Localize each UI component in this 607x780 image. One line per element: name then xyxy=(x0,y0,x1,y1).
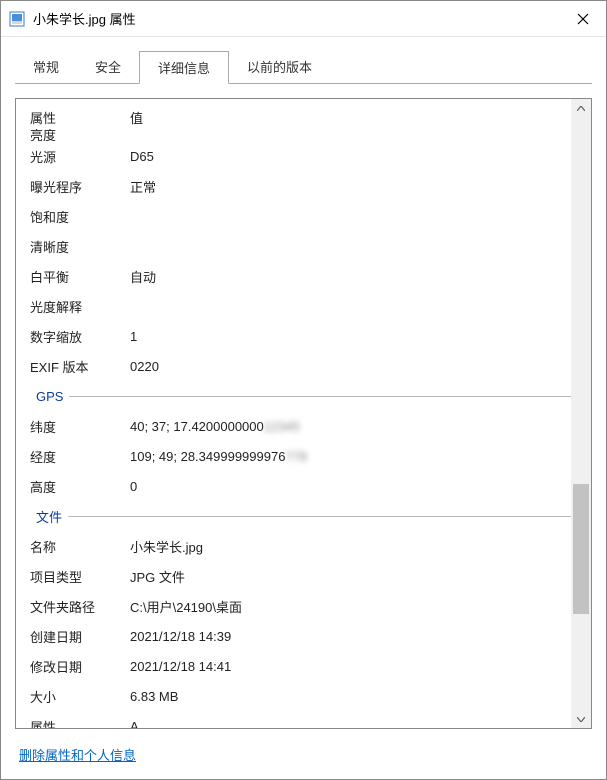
prop-value: C:\用户\24190\桌面 xyxy=(130,597,571,616)
row-file-name[interactable]: 名称 小朱学长.jpg xyxy=(30,531,571,561)
properties-window: 小朱学长.jpg 属性 常规 安全 详细信息 以前的版本 属性 值 亮度 光源 xyxy=(0,0,607,780)
row-longitude[interactable]: 经度 109; 49; 28.349999999976778 xyxy=(30,441,571,471)
content-area: 属性 值 亮度 光源 D65 曝光程序 正常 饱和度 清晰度 xyxy=(1,84,606,779)
prop-label: 大小 xyxy=(30,687,130,706)
row-sharpness[interactable]: 清晰度 xyxy=(30,231,571,261)
row-attributes[interactable]: 属性 A xyxy=(30,711,571,728)
value-text: 40; 37; 17.4200000000 xyxy=(130,419,264,434)
prop-value: 2021/12/18 14:41 xyxy=(130,659,571,674)
row-altitude[interactable]: 高度 0 xyxy=(30,471,571,501)
tab-details[interactable]: 详细信息 xyxy=(139,51,229,84)
section-file: 文件 xyxy=(30,501,571,531)
row-digital-zoom[interactable]: 数字缩放 1 xyxy=(30,321,571,351)
bottom-actions: 删除属性和个人信息 xyxy=(15,729,592,765)
prop-value: D65 xyxy=(130,149,571,164)
header-value: 值 xyxy=(130,108,571,127)
prop-value: 0220 xyxy=(130,359,571,374)
window-title: 小朱学长.jpg 属性 xyxy=(33,9,560,28)
section-divider xyxy=(68,516,571,517)
section-label: 文件 xyxy=(30,507,68,526)
prop-label: 修改日期 xyxy=(30,657,130,676)
row-exposure-program[interactable]: 曝光程序 正常 xyxy=(30,171,571,201)
prop-label: 项目类型 xyxy=(30,567,130,586)
row-light-source[interactable]: 光源 D65 xyxy=(30,141,571,171)
section-label: GPS xyxy=(30,389,69,404)
prop-value: 小朱学长.jpg xyxy=(130,537,571,556)
scroll-up-arrow-icon[interactable] xyxy=(571,99,591,117)
remove-properties-link[interactable]: 删除属性和个人信息 xyxy=(19,748,136,763)
redacted-text: 12345 xyxy=(264,419,300,434)
prop-label: 纬度 xyxy=(30,417,130,436)
prop-label: 曝光程序 xyxy=(30,177,130,196)
close-button[interactable] xyxy=(560,1,606,37)
list-header: 属性 值 xyxy=(30,105,571,129)
details-list: 属性 值 亮度 光源 D65 曝光程序 正常 饱和度 清晰度 xyxy=(16,99,571,728)
prop-label: 属性 xyxy=(30,717,130,729)
titlebar: 小朱学长.jpg 属性 xyxy=(1,1,606,37)
prop-value: 自动 xyxy=(130,267,571,286)
row-photometric[interactable]: 光度解释 xyxy=(30,291,571,321)
prop-value: 2021/12/18 14:39 xyxy=(130,629,571,644)
scrollbar-thumb[interactable] xyxy=(573,484,589,614)
prop-label: 创建日期 xyxy=(30,627,130,646)
partial-row-brightness: 亮度 xyxy=(30,129,571,141)
scrollbar[interactable] xyxy=(571,99,591,728)
row-saturation[interactable]: 饱和度 xyxy=(30,201,571,231)
prop-label: 数字缩放 xyxy=(30,327,130,346)
tab-security[interactable]: 安全 xyxy=(77,51,139,84)
prop-value: 0 xyxy=(130,479,571,494)
prop-label: 白平衡 xyxy=(30,267,130,286)
file-type-icon xyxy=(9,11,25,27)
section-gps: GPS xyxy=(30,381,571,411)
tab-strip: 常规 安全 详细信息 以前的版本 xyxy=(1,37,606,84)
prop-label: 名称 xyxy=(30,537,130,556)
prop-value: 109; 49; 28.349999999976778 xyxy=(130,449,571,464)
scroll-down-arrow-icon[interactable] xyxy=(571,710,591,728)
prop-label: 光度解释 xyxy=(30,297,130,316)
tab-previous-versions[interactable]: 以前的版本 xyxy=(229,51,330,84)
row-modified-date[interactable]: 修改日期 2021/12/18 14:41 xyxy=(30,651,571,681)
prop-label: 文件夹路径 xyxy=(30,597,130,616)
prop-value: 正常 xyxy=(130,177,571,196)
prop-label: EXIF 版本 xyxy=(30,357,130,376)
row-size[interactable]: 大小 6.83 MB xyxy=(30,681,571,711)
prop-value: A xyxy=(130,719,571,729)
prop-label: 高度 xyxy=(30,477,130,496)
header-property: 属性 xyxy=(30,108,130,127)
row-exif-version[interactable]: EXIF 版本 0220 xyxy=(30,351,571,381)
tab-general[interactable]: 常规 xyxy=(15,51,77,84)
details-list-box: 属性 值 亮度 光源 D65 曝光程序 正常 饱和度 清晰度 xyxy=(15,98,592,729)
prop-value: 1 xyxy=(130,329,571,344)
prop-label: 清晰度 xyxy=(30,237,130,256)
prop-value: 6.83 MB xyxy=(130,689,571,704)
row-created-date[interactable]: 创建日期 2021/12/18 14:39 xyxy=(30,621,571,651)
prop-label: 经度 xyxy=(30,447,130,466)
row-latitude[interactable]: 纬度 40; 37; 17.420000000012345 xyxy=(30,411,571,441)
row-folder-path[interactable]: 文件夹路径 C:\用户\24190\桌面 xyxy=(30,591,571,621)
prop-value: JPG 文件 xyxy=(130,567,571,586)
prop-label: 饱和度 xyxy=(30,207,130,226)
section-divider xyxy=(69,396,571,397)
row-item-type[interactable]: 项目类型 JPG 文件 xyxy=(30,561,571,591)
row-white-balance[interactable]: 白平衡 自动 xyxy=(30,261,571,291)
prop-label: 光源 xyxy=(30,147,130,166)
prop-value: 40; 37; 17.420000000012345 xyxy=(130,419,571,434)
close-icon xyxy=(577,13,589,25)
redacted-text: 778 xyxy=(285,449,307,464)
value-text: 109; 49; 28.349999999976 xyxy=(130,449,285,464)
